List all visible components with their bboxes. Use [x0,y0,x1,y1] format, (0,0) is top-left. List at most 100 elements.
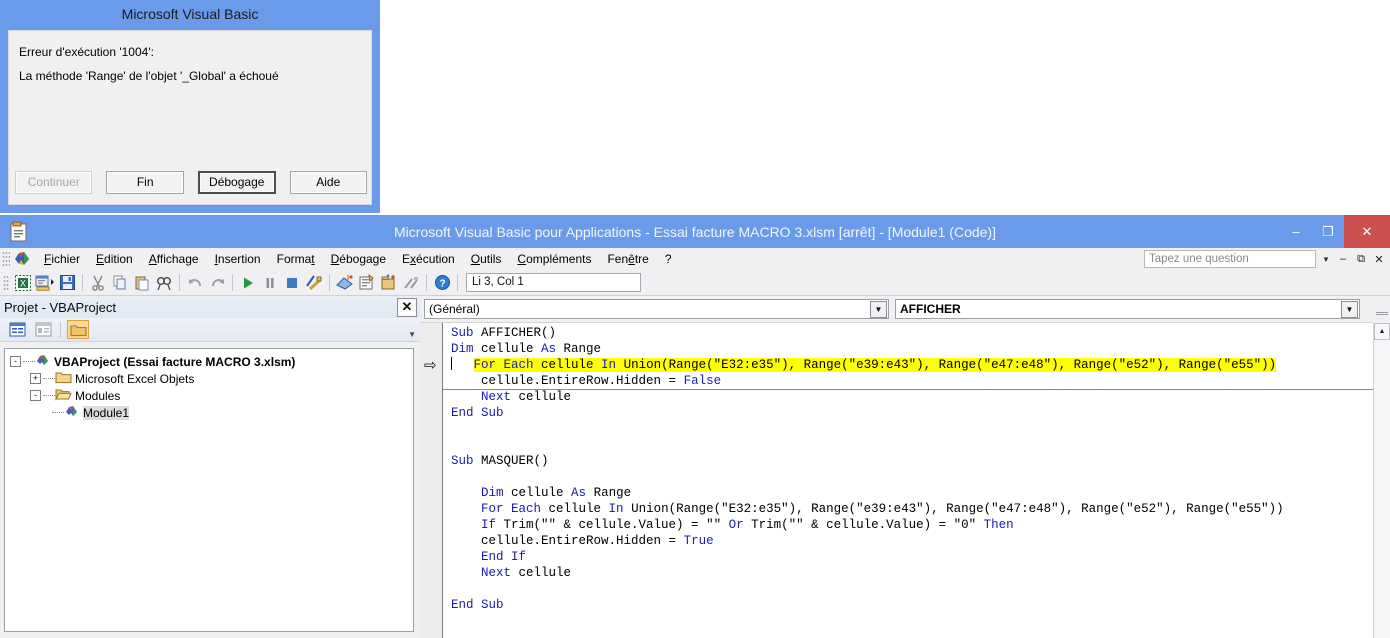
error-dialog-buttons: Continuer Fin Débogage Aide [15,171,368,194]
reset-icon[interactable] [281,272,303,294]
object-dropdown[interactable]: (Général) ▼ [424,299,889,319]
code-line[interactable]: Sub MASQUER() [443,453,1390,469]
code-line[interactable] [443,469,1390,485]
code-line[interactable]: Dim cellule As Range [443,341,1390,357]
tree-connector [43,395,55,396]
vba-logo-icon [12,250,32,268]
chevron-down-icon[interactable]: ▼ [870,300,887,318]
project-explorer-close-icon[interactable]: ✕ [397,297,417,317]
procedure-dropdown[interactable]: AFFICHER ▼ [895,299,1360,319]
code-line[interactable] [443,421,1390,437]
chevron-down-icon[interactable]: ▼ [1320,255,1332,264]
code-vertical-scrollbar[interactable]: ▲ [1373,323,1390,638]
error-dialog-body: Erreur d'exécution '1004': La méthode 'R… [8,30,372,205]
project-tree[interactable]: - VBAProject (Essai facture MACRO 3.xlsm… [4,348,414,632]
error-dialog-title: Microsoft Visual Basic [121,6,259,22]
menu-item-help[interactable]: ? [657,250,680,268]
redo-icon[interactable] [206,272,228,294]
code-text-body[interactable]: Sub AFFICHER() Dim cellule As Range For E… [443,323,1390,638]
menu-item-insertion[interactable]: Insertion [207,250,269,268]
chevron-down-icon[interactable]: ▼ [1341,300,1358,318]
code-line[interactable]: Next cellule [443,565,1390,581]
run-icon[interactable] [237,272,259,294]
help-button[interactable]: Aide [289,171,368,194]
close-icon[interactable]: ✕ [1344,215,1390,248]
properties-window-icon[interactable] [356,272,378,294]
toolbar-separator [457,274,458,291]
project-explorer-pane: Projet - VBAProject ✕ ▼ - VBAProject (Es… [0,296,420,638]
cut-icon[interactable] [87,272,109,294]
expander-icon[interactable]: - [30,390,41,401]
insert-userform-icon[interactable] [34,272,56,294]
object-browser-icon[interactable] [378,272,400,294]
code-line[interactable]: End If [443,549,1390,565]
menu-item-affichage[interactable]: Affichage [141,250,207,268]
code-line[interactable]: If Trim("" & cellule.Value) = "" Or Trim… [443,517,1390,533]
code-line[interactable] [443,581,1390,597]
code-line[interactable]: Sub AFFICHER() [443,325,1390,341]
tree-item-module1[interactable]: Module1 [5,404,413,421]
mdi-minimize-button[interactable]: – [1336,253,1350,265]
code-line[interactable]: End Sub [443,405,1390,421]
menu-item-fenetre[interactable]: Fenêtre [599,250,656,268]
view-code-icon[interactable] [6,320,28,339]
execution-pointer-icon: ⇨ [424,357,437,374]
vbe-main-area: Projet - VBAProject ✕ ▼ - VBAProject (Es… [0,296,1390,638]
code-line[interactable] [443,437,1390,453]
error-message-line-2: La méthode 'Range' de l'objet '_Global' … [19,69,279,83]
menu-item-fichier[interactable]: Fichier [36,250,88,268]
menu-item-format[interactable]: Format [269,250,323,268]
menu-item-execution[interactable]: Exécution [394,250,463,268]
undo-icon[interactable] [184,272,206,294]
code-line[interactable]: cellule.EntireRow.Hidden = True [443,533,1390,549]
view-excel-icon[interactable]: X [12,272,34,294]
code-margin-indicator-bar[interactable]: ⇨ [420,323,443,638]
menu-item-complements[interactable]: Compléments [509,250,599,268]
mdi-close-button[interactable]: ✕ [1372,253,1386,266]
mdi-restore-button[interactable]: ⧉ [1354,253,1368,266]
expander-icon[interactable]: + [30,373,41,384]
save-icon[interactable] [56,272,78,294]
menu-bar: Fichier Edition Affichage Insertion Form… [0,248,1390,270]
code-line[interactable]: cellule.EntireRow.Hidden = False [443,373,1390,389]
menu-item-edition[interactable]: Edition [88,250,141,268]
code-line[interactable]: End Sub [443,597,1390,613]
find-icon[interactable] [153,272,175,294]
project-toolbar-overflow-icon[interactable]: ▼ [408,330,416,339]
design-mode-icon[interactable] [303,272,325,294]
code-line[interactable]: For Each cellule In Union(Range("E32:e35… [443,357,1390,373]
code-line[interactable]: Dim cellule As Range [443,485,1390,501]
project-explorer-icon[interactable] [334,272,356,294]
maximize-icon[interactable]: ❐ [1312,215,1344,248]
menu-item-outils[interactable]: Outils [463,250,510,268]
menu-item-debogage[interactable]: Débogage [323,250,394,268]
screen: Microsoft Visual Basic Erreur d'exécutio… [0,0,1390,638]
toolbar-separator [82,274,83,291]
error-message-line-1: Erreur d'exécution '1004': [19,45,154,59]
vba-error-dialog: Microsoft Visual Basic Erreur d'exécutio… [0,0,380,213]
tree-item-modules[interactable]: - Modules [5,387,413,404]
vbe-window: Microsoft Visual Basic pour Applications… [0,215,1390,638]
toolbox-icon[interactable] [400,272,422,294]
view-object-icon[interactable] [32,320,54,339]
code-editor[interactable]: ⇨ Sub AFFICHER() Dim cellule As Range For… [420,323,1390,638]
copy-icon[interactable] [109,272,131,294]
toggle-folders-icon[interactable] [67,320,89,339]
paste-icon[interactable] [131,272,153,294]
help-icon[interactable]: ? [431,272,453,294]
tree-label: VBAProject (Essai facture MACRO 3.xlsm) [54,354,296,369]
break-icon[interactable] [259,272,281,294]
code-line[interactable]: For Each cellule In Union(Range("E32:e35… [443,501,1390,517]
scroll-up-icon[interactable]: ▲ [1374,323,1390,340]
menu-grip-handle[interactable] [2,251,10,267]
minimize-icon[interactable]: – [1280,215,1312,248]
expander-icon[interactable]: - [10,356,21,367]
project-explorer-toolbar: ▼ [0,318,420,342]
ask-a-question-input[interactable]: Tapez une question [1144,250,1316,268]
tree-item-excel-objects[interactable]: + Microsoft Excel Objets [5,370,413,387]
toolbar-grip-handle[interactable] [3,274,9,291]
tree-item-vbaproject[interactable]: - VBAProject (Essai facture MACRO 3.xlsm… [5,353,413,370]
end-button[interactable]: Fin [106,171,184,194]
debug-button[interactable]: Débogage [197,171,276,194]
code-line[interactable]: Next cellule [443,389,1390,405]
